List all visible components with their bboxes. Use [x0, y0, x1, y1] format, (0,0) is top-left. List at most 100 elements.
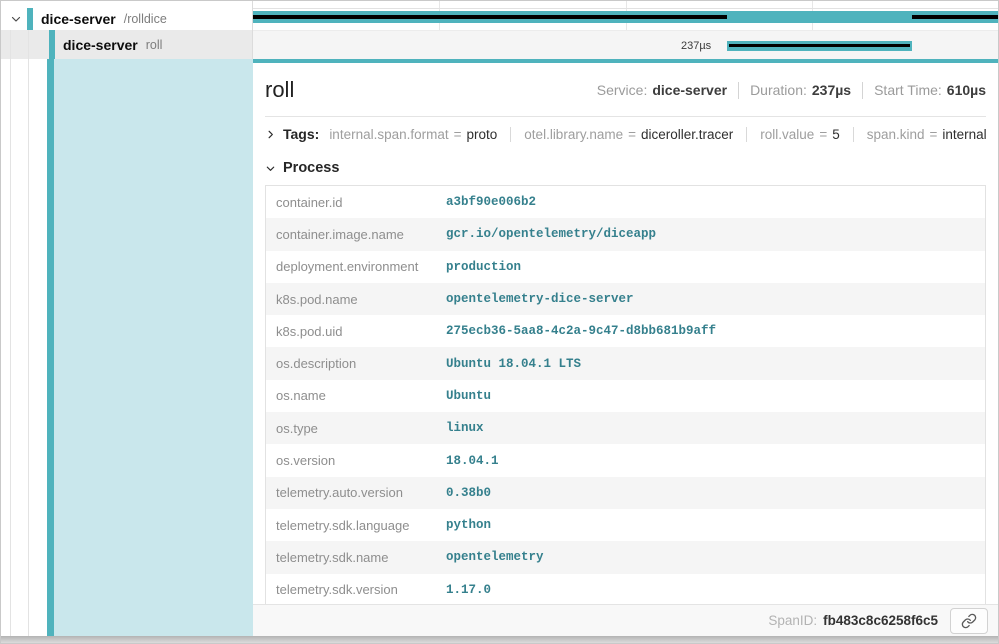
tag-separator — [853, 127, 854, 142]
chevron-right-icon[interactable] — [265, 129, 276, 140]
row-value: 0.38b0 — [446, 486, 491, 500]
tags-label: Tags: — [283, 126, 319, 142]
meta-value: dice-server — [652, 82, 727, 98]
tags-accordion[interactable]: Tags: internal.span.format = proto otel.… — [265, 117, 986, 151]
tag-equals: = — [819, 127, 827, 142]
spanid-value: fb483c8c6258f6c5 — [823, 613, 938, 628]
tag-separator — [510, 127, 511, 142]
row-value: opentelemetry — [446, 550, 544, 564]
row-key: os.description — [266, 356, 446, 371]
timeline-ruler — [253, 1, 998, 9]
chevron-down-icon[interactable] — [265, 163, 276, 174]
tags-summary: internal.span.format = proto otel.librar… — [329, 127, 986, 142]
table-row: telemetry.auto.version 0.38b0 — [266, 477, 985, 509]
row-value: python — [446, 518, 491, 532]
row-key: k8s.pod.uid — [266, 324, 446, 339]
row-key: container.id — [266, 195, 446, 210]
tag-value: proto — [467, 127, 498, 142]
table-row: telemetry.sdk.language python — [266, 509, 985, 541]
meta-start-time: Start Time: 610µs — [874, 82, 986, 98]
tag-item: roll.value = 5 — [733, 127, 839, 142]
tag-key: otel.library.name — [524, 127, 623, 142]
tag-separator — [746, 127, 747, 142]
row-value: 18.04.1 — [446, 454, 499, 468]
span-duration-label: 237µs — [681, 40, 711, 53]
detail-row-background — [54, 59, 253, 636]
tag-item: span.kind = internal — [840, 127, 987, 142]
span-name-column: dice-server /rolldice dice-server roll — [1, 1, 253, 59]
meta-separator — [738, 82, 739, 99]
critical-path-segment — [729, 44, 910, 47]
row-key: container.image.name — [266, 227, 446, 242]
table-row: os.version 18.04.1 — [266, 444, 985, 476]
operation-name: roll — [146, 38, 163, 52]
indent-guide-line — [10, 30, 11, 636]
meta-value: 610µs — [947, 82, 986, 98]
tag-key: internal.span.format — [329, 127, 448, 142]
row-value: 275ecb36-5aa8-4c2a-9c47-d8bb681b9aff — [446, 324, 716, 338]
tag-equals: = — [454, 127, 462, 142]
tag-item: otel.library.name = diceroller.tracer — [497, 127, 733, 142]
indent-guide-line — [28, 30, 29, 636]
tag-key: span.kind — [867, 127, 925, 142]
detail-row-gutter — [1, 59, 253, 636]
deep-link-button[interactable] — [950, 608, 988, 634]
row-key: deployment.environment — [266, 259, 446, 274]
tag-value: 5 — [832, 127, 840, 142]
span-color-bar — [47, 59, 54, 636]
span-row-root[interactable]: dice-server /rolldice — [1, 8, 252, 30]
span-color-bar — [49, 30, 55, 59]
operation-name: /rolldice — [124, 12, 167, 26]
meta-separator — [862, 82, 863, 99]
table-row: k8s.pod.uid 275ecb36-5aa8-4c2a-9c47-d8bb… — [266, 315, 985, 347]
critical-path-segment — [912, 15, 998, 19]
span-row-child[interactable]: dice-server roll — [1, 30, 252, 59]
tag-value: internal — [942, 127, 986, 142]
tag-key: roll.value — [760, 127, 814, 142]
table-row: telemetry.sdk.version 1.17.0 — [266, 574, 985, 606]
detail-header: roll Service:dice-server Duration:237µs … — [265, 77, 986, 103]
span-title: roll — [265, 77, 294, 103]
tag-equals: = — [930, 127, 938, 142]
row-value: 1.17.0 — [446, 583, 491, 597]
row-value: gcr.io/opentelemetry/diceapp — [446, 227, 656, 241]
span-meta: Service:dice-server Duration:237µs Start… — [597, 82, 986, 99]
detail-footer: SpanID: fb483c8c6258f6c5 — [253, 604, 998, 636]
meta-label: Service: — [597, 82, 648, 98]
table-row: container.image.name gcr.io/opentelemetr… — [266, 218, 985, 250]
row-value: linux — [446, 421, 484, 435]
service-name: dice-server — [63, 37, 138, 53]
row-key: os.type — [266, 421, 446, 436]
table-row: os.name Ubuntu — [266, 380, 985, 412]
jaeger-span-detail-view: dice-server /rolldice dice-server roll 2… — [0, 0, 999, 644]
process-table: container.id a3bf90e006b2 container.imag… — [265, 185, 986, 607]
span-color-bar — [27, 8, 33, 30]
table-row: os.type linux — [266, 412, 985, 444]
window-bottom-edge — [1, 636, 998, 643]
row-value: production — [446, 260, 521, 274]
row-key: telemetry.sdk.name — [266, 550, 446, 565]
process-label: Process — [283, 160, 339, 176]
table-row: os.description Ubuntu 18.04.1 LTS — [266, 347, 985, 379]
tag-value: diceroller.tracer — [641, 127, 733, 142]
row-key: telemetry.sdk.language — [266, 518, 446, 533]
meta-label: Start Time: — [874, 82, 942, 98]
row-key: telemetry.auto.version — [266, 485, 446, 500]
row-key: telemetry.sdk.version — [266, 582, 446, 597]
row-key: k8s.pod.name — [266, 292, 446, 307]
timeline-column: 237µs — [253, 1, 998, 59]
meta-value: 237µs — [812, 82, 851, 98]
tag-equals: = — [628, 127, 636, 142]
row-value: Ubuntu — [446, 389, 491, 403]
span-detail-panel: roll Service:dice-server Duration:237µs … — [253, 59, 998, 636]
table-row: k8s.pod.name opentelemetry-dice-server — [266, 283, 985, 315]
trace-timeline: dice-server /rolldice dice-server roll 2… — [1, 1, 998, 59]
link-icon — [961, 613, 977, 629]
process-accordion[interactable]: Process — [265, 155, 986, 181]
row-key: os.version — [266, 453, 446, 468]
chevron-down-icon[interactable] — [9, 13, 22, 26]
spanid-label: SpanID: — [768, 613, 817, 628]
row-value: a3bf90e006b2 — [446, 195, 536, 209]
meta-service: Service:dice-server — [597, 82, 727, 98]
meta-duration: Duration:237µs — [750, 82, 851, 98]
